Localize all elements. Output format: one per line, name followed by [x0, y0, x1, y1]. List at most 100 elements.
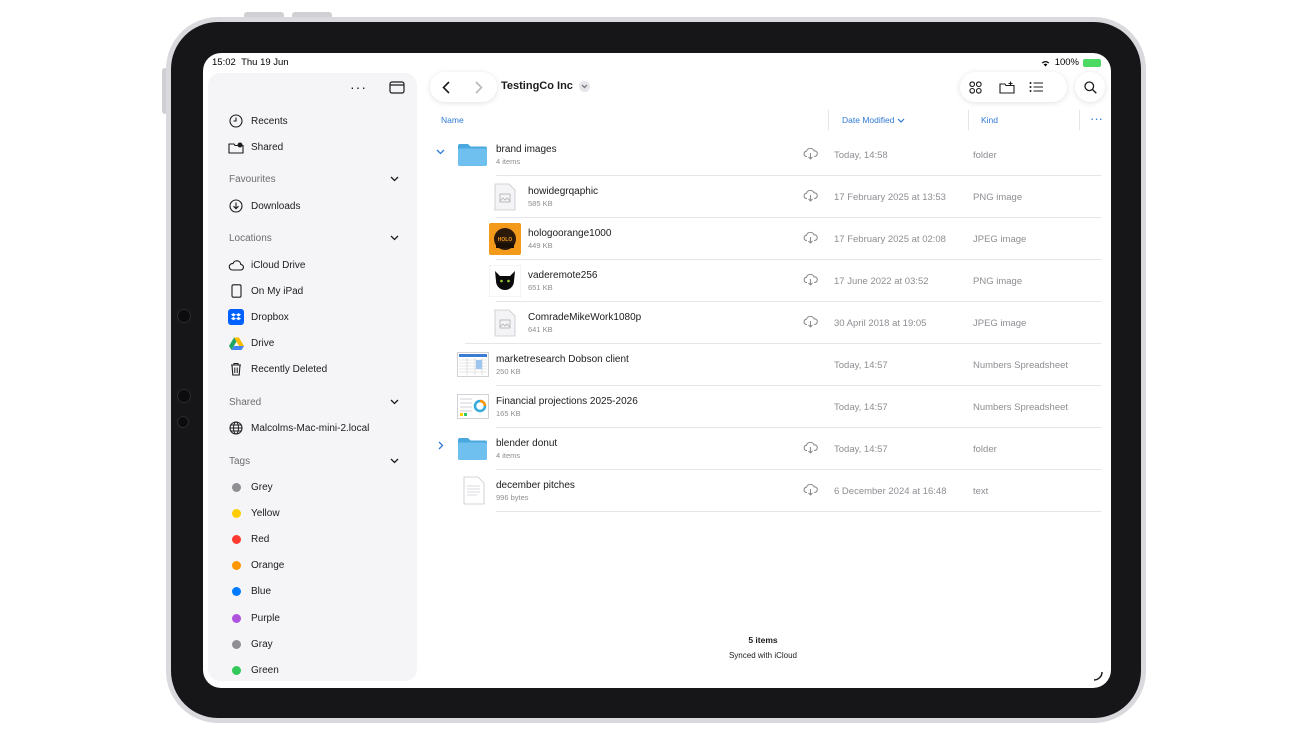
column-options-icon[interactable]: ··· — [1090, 111, 1103, 126]
tag-blue[interactable]: Blue — [228, 582, 271, 600]
file-kind: PNG image — [973, 276, 1023, 287]
column-kind[interactable]: Kind — [981, 115, 998, 125]
back-icon[interactable] — [442, 80, 450, 94]
file-name: Financial projections 2025-2026 — [496, 396, 638, 407]
tag-orange[interactable]: Orange — [228, 556, 284, 574]
sidebar-item-drive[interactable]: Drive — [228, 334, 274, 352]
resize-handle-icon[interactable] — [1093, 671, 1103, 681]
sidebar-item-downloads[interactable]: Downloads — [228, 197, 300, 215]
tag-red[interactable]: Red — [228, 530, 269, 548]
tag-grey[interactable]: Grey — [228, 478, 273, 496]
wifi-icon — [1041, 60, 1049, 66]
file-date: 17 February 2025 at 02:08 — [834, 234, 946, 245]
table-row[interactable]: marketresearch Dobson client 250 KB Toda… — [433, 344, 1101, 386]
tag-green[interactable]: Green — [228, 661, 279, 679]
cloud-download-icon[interactable] — [803, 273, 818, 286]
table-row[interactable]: howidegrqaphic 585 KB 17 February 2025 a… — [433, 176, 1101, 218]
file-date: Today, 14:58 — [834, 150, 888, 161]
sidebar-item-mac-mini[interactable]: Malcolms-Mac-mini-2.local — [228, 419, 369, 437]
tag-yellow[interactable]: Yellow — [228, 504, 280, 522]
tag-purple[interactable]: Purple — [228, 609, 280, 627]
file-kind: JPEG image — [973, 318, 1027, 329]
file-meta: 250 KB — [496, 367, 521, 376]
tag-dot — [231, 586, 241, 596]
status-bar: 15:02 Thu 19 Jun 100% — [212, 56, 1101, 70]
sidebar-item-shared[interactable]: Shared — [228, 138, 283, 156]
battery-percent: 100% — [1054, 57, 1079, 68]
cloud-download-icon[interactable] — [803, 189, 818, 202]
file-meta: 651 KB — [528, 283, 553, 292]
folder-icon — [458, 144, 487, 166]
cloud-icon — [228, 257, 244, 273]
table-row[interactable]: december pitches 996 bytes 6 December 20… — [433, 470, 1101, 512]
cloud-download-icon[interactable] — [803, 147, 818, 160]
sync-status: Synced with iCloud — [728, 651, 798, 660]
shared-header[interactable]: Shared — [229, 394, 399, 410]
tags-header[interactable]: Tags — [229, 453, 399, 469]
table-row[interactable]: Financial projections 2025-2026 165 KB T… — [433, 386, 1101, 428]
file-name: hologoorange1000 — [528, 228, 612, 239]
new-folder-icon[interactable] — [999, 81, 1015, 94]
ipad-icon — [228, 283, 244, 299]
tag-gray[interactable]: Gray — [228, 635, 273, 653]
forward-icon[interactable] — [475, 80, 483, 94]
camera — [177, 309, 191, 323]
list-view-icon[interactable] — [1029, 81, 1044, 93]
table-row[interactable]: brand images 4 items Today, 14:58 folder — [433, 134, 1101, 176]
tag-dot — [231, 560, 241, 570]
image-file-icon — [494, 183, 516, 211]
sidebar-item-recents[interactable]: Recents — [228, 112, 288, 130]
column-name[interactable]: Name — [441, 115, 464, 125]
more-icon[interactable]: ··· — [350, 79, 367, 95]
table-row[interactable]: ComradeMikeWork1080p 641 KB 30 April 201… — [433, 302, 1101, 344]
tag-dot — [231, 482, 241, 492]
file-meta: 585 KB — [528, 199, 553, 208]
image-file-icon — [494, 309, 516, 337]
file-name: blender donut — [496, 438, 558, 449]
folder-footer: 5 items Synced with iCloud — [663, 635, 863, 660]
screen: 15:02 Thu 19 Jun 100% ··· Recents Shared… — [203, 53, 1111, 688]
clock-icon — [228, 113, 244, 129]
cloud-download-icon[interactable] — [803, 231, 818, 244]
table-row[interactable]: HOLO hologoorange1000 449 KB 17 February… — [433, 218, 1101, 260]
file-date: 17 June 2022 at 03:52 — [834, 276, 929, 287]
file-kind: text — [973, 486, 989, 497]
sidebar-item-recently-deleted[interactable]: Recently Deleted — [228, 360, 327, 378]
globe-icon — [228, 420, 244, 436]
locations-header[interactable]: Locations — [229, 230, 399, 246]
search-button[interactable] — [1075, 72, 1105, 102]
status-time: 15:02 Thu 19 Jun — [212, 57, 289, 68]
chevron-right-icon[interactable] — [438, 441, 444, 450]
sidebar-item-icloud-drive[interactable]: iCloud Drive — [228, 256, 305, 274]
file-name: december pitches — [496, 480, 575, 491]
sidebar-item-dropbox[interactable]: Dropbox — [228, 308, 289, 326]
folder-title[interactable]: TestingCo Inc — [501, 80, 590, 92]
cloud-download-icon[interactable] — [803, 315, 818, 328]
table-row[interactable]: vaderemote256 651 KB 17 June 2022 at 03:… — [433, 260, 1101, 302]
file-kind: folder — [973, 150, 997, 161]
file-date: Today, 14:57 — [834, 402, 888, 413]
file-kind: Numbers Spreadsheet — [973, 402, 1069, 413]
cloud-download-icon[interactable] — [803, 441, 818, 454]
nav-buttons — [430, 72, 497, 102]
table-row[interactable]: blender donut 4 items Today, 14:57 folde… — [433, 428, 1101, 470]
cloud-download-icon[interactable] — [803, 483, 818, 496]
group-icon[interactable] — [969, 80, 982, 94]
favourites-header[interactable]: Favourites — [229, 171, 399, 187]
download-icon — [228, 198, 244, 214]
file-name: howidegrqaphic — [528, 186, 599, 197]
file-meta: 641 KB — [528, 325, 553, 334]
svg-text:HOLO: HOLO — [498, 237, 513, 243]
chevron-down-icon — [578, 80, 590, 92]
file-name: ComradeMikeWork1080p — [528, 312, 642, 323]
black-cat-thumbnail — [489, 265, 521, 297]
chevron-down-icon[interactable] — [436, 149, 445, 155]
file-name: brand images — [496, 144, 557, 155]
sidebar-toggle-icon[interactable] — [389, 80, 405, 94]
sidebar-item-on-my-ipad[interactable]: On My iPad — [228, 282, 303, 300]
column-date-modified[interactable]: Date Modified — [842, 115, 905, 125]
chevron-down-icon — [390, 235, 399, 241]
file-meta: 4 items — [496, 157, 521, 166]
chevron-down-icon — [390, 176, 399, 182]
chevron-down-icon — [390, 399, 399, 405]
